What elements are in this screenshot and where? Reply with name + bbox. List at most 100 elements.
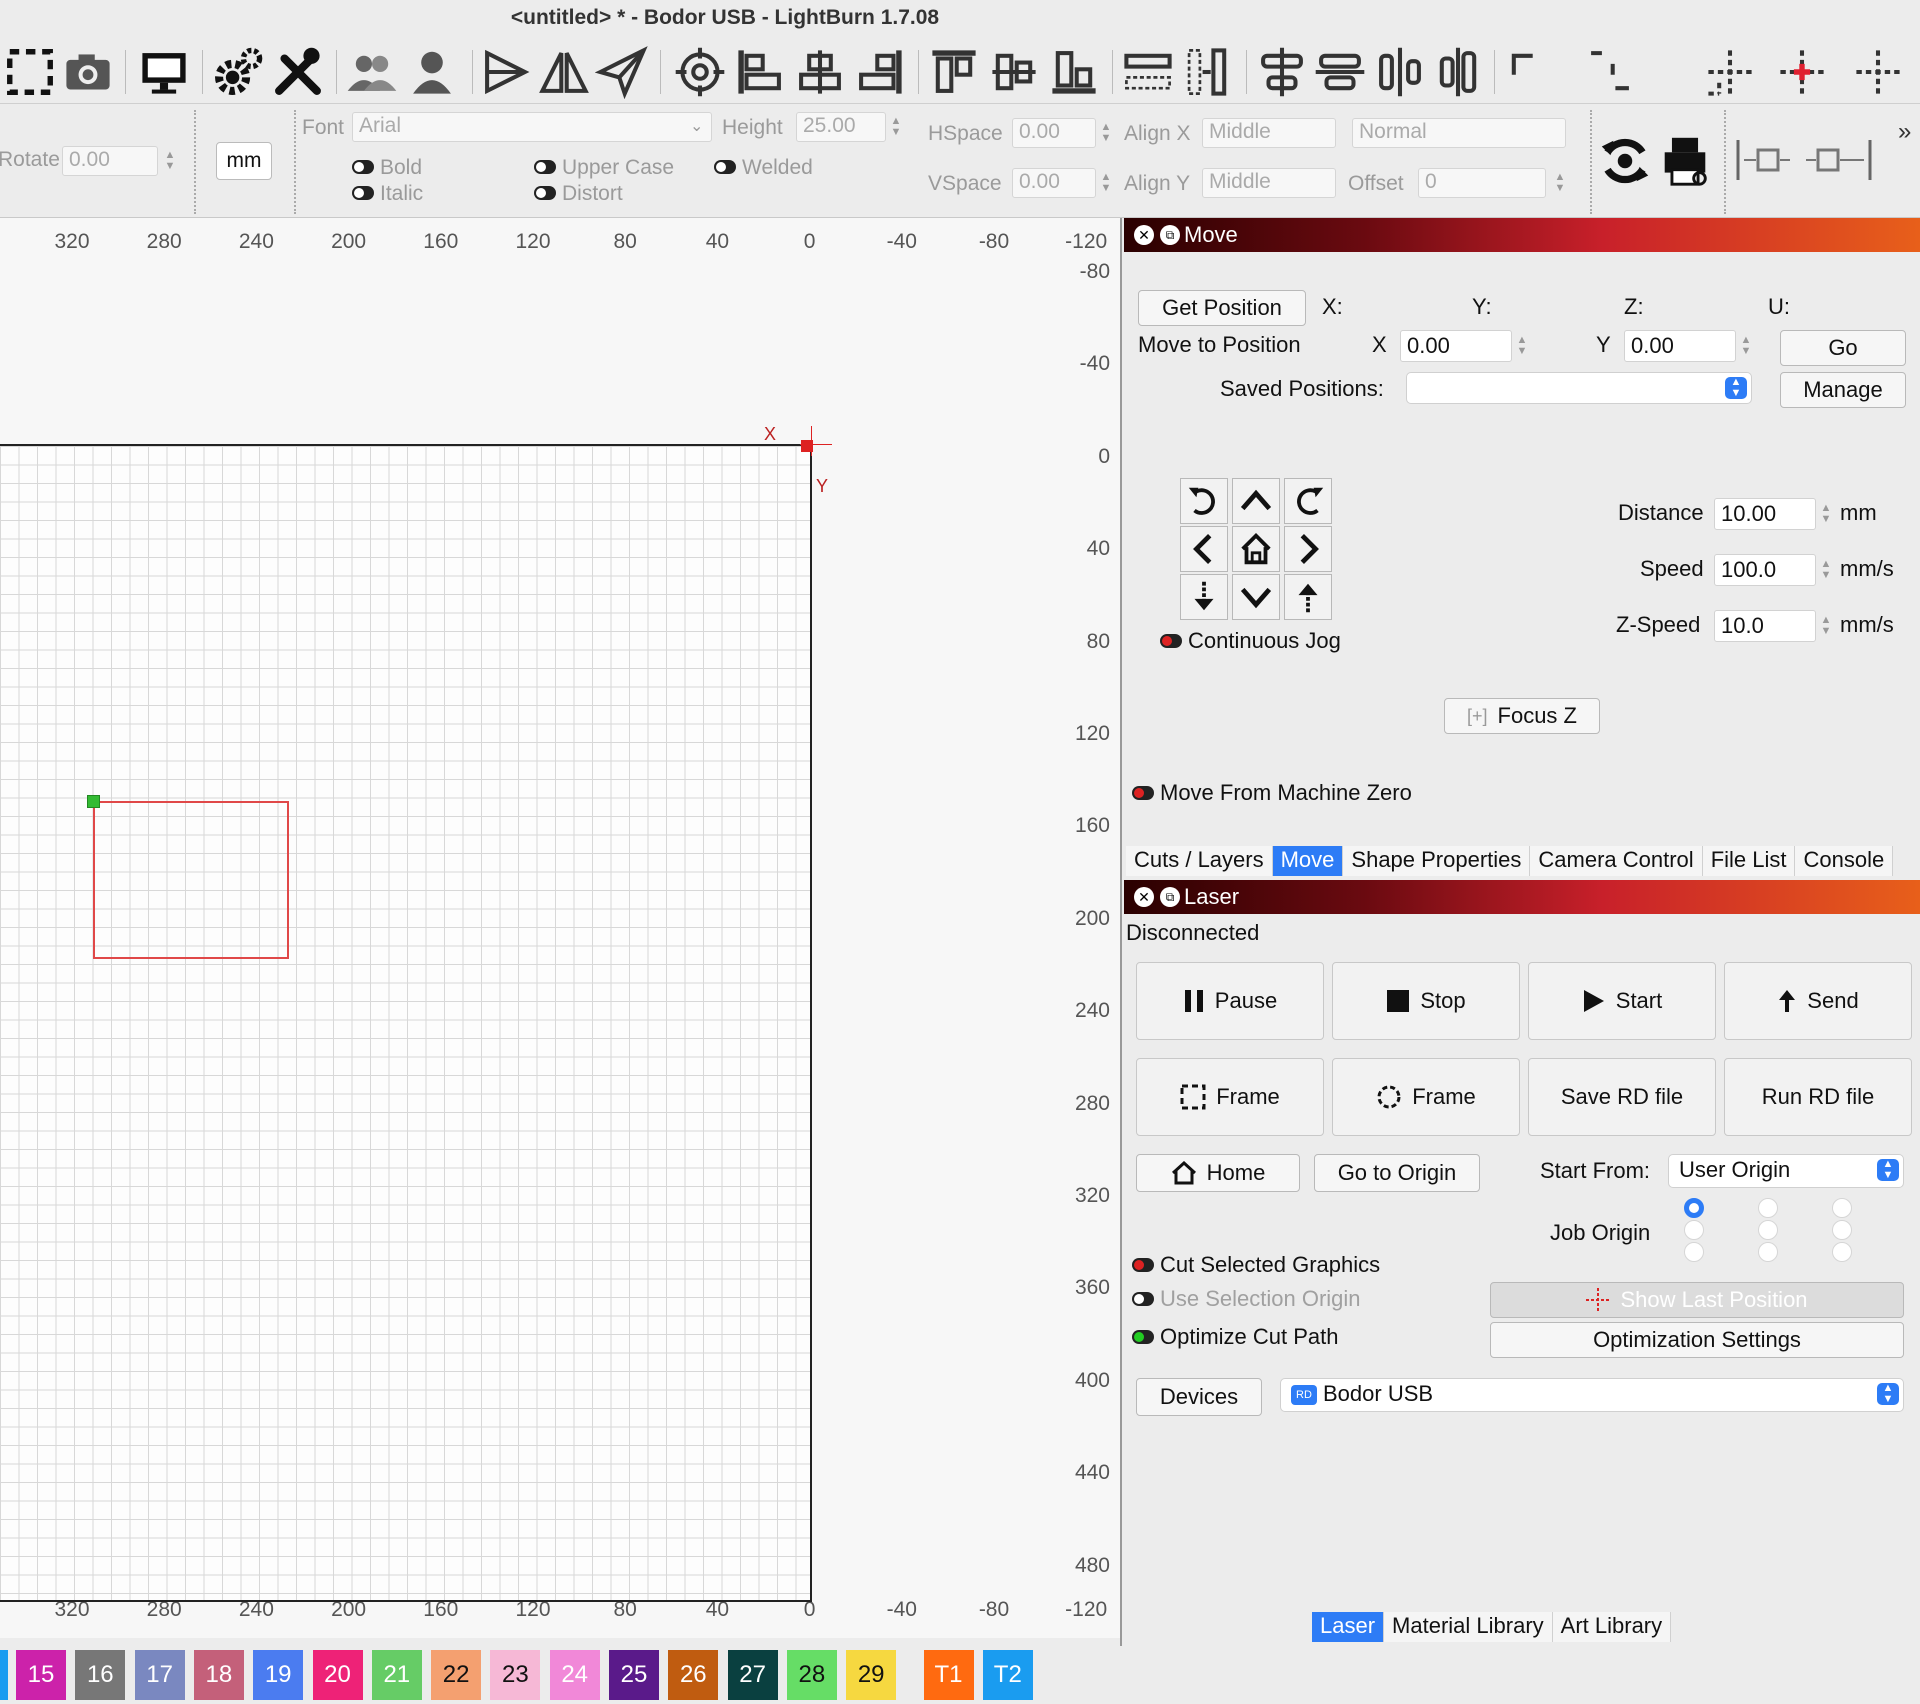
run-rd-file-button[interactable]: Run RD file [1724, 1058, 1912, 1136]
hspace-input[interactable]: 0.00 [1012, 118, 1096, 148]
pause-button[interactable]: Pause [1136, 962, 1324, 1040]
corner-tl-icon[interactable] [1500, 44, 1560, 100]
welded-toggle[interactable] [714, 160, 736, 174]
space-v-icon[interactable] [1310, 44, 1370, 100]
z-up-button[interactable] [1284, 574, 1332, 620]
more-options-button[interactable]: » [1898, 118, 1911, 146]
saved-positions-select[interactable]: ▲ ▼ [1406, 372, 1752, 404]
align-bottom-icon[interactable] [1044, 44, 1104, 100]
align-x-select[interactable]: Middle [1202, 118, 1336, 148]
job-origin-radio-middle-left[interactable] [1684, 1220, 1704, 1240]
align-top-icon[interactable] [924, 44, 984, 100]
tab-move[interactable]: Move [1272, 846, 1344, 876]
jog-down-button[interactable] [1232, 574, 1280, 620]
bold-toggle[interactable] [352, 160, 374, 174]
palette-swatch-20[interactable]: 20 [312, 1650, 363, 1700]
tab-file-list[interactable]: File List [1702, 846, 1796, 876]
palette-swatch-15[interactable]: 15 [16, 1650, 66, 1700]
italic-toggle[interactable] [352, 186, 374, 200]
device-select[interactable]: RD Bodor USB ▲ ▼ [1280, 1378, 1904, 1412]
hspace-spinner[interactable]: ▲ ▼ [1098, 118, 1114, 148]
flip-horizontal-icon[interactable] [476, 44, 536, 100]
palette-swatch-29[interactable]: 29 [846, 1650, 897, 1700]
job-origin-radio-top-left[interactable] [1684, 1198, 1704, 1218]
stop-button[interactable]: Stop [1332, 962, 1520, 1040]
start-point-handle[interactable] [87, 795, 100, 808]
frame-circle-button[interactable]: Frame [1332, 1058, 1520, 1136]
print-cut-icon[interactable] [1656, 132, 1714, 190]
send-icon[interactable] [592, 44, 652, 100]
rotary-icon[interactable] [1596, 132, 1654, 190]
show-last-position-button[interactable]: Show Last Position [1490, 1282, 1904, 1318]
palette-swatch-27[interactable]: 27 [727, 1650, 778, 1700]
distribute-v-icon[interactable] [1178, 44, 1238, 100]
rotate-ccw-jog-button[interactable] [1180, 478, 1228, 524]
job-origin-radio-bottom-right[interactable] [1832, 1242, 1852, 1262]
palette-swatch-18[interactable]: 18 [193, 1650, 244, 1700]
move-y-spinner[interactable]: ▲ ▼ [1738, 330, 1754, 362]
close-icon[interactable]: ✕ [1134, 887, 1154, 907]
go-button[interactable]: Go [1780, 330, 1906, 366]
tab-cuts-layers[interactable]: Cuts / Layers [1126, 846, 1273, 876]
height-spinner[interactable]: ▲ ▼ [888, 112, 904, 142]
user-icon[interactable] [402, 44, 462, 100]
offset-input[interactable]: 0 [1418, 168, 1546, 198]
tab-console[interactable]: Console [1795, 846, 1894, 876]
offset-spinner[interactable]: ▲ ▼ [1552, 168, 1568, 198]
align-middle-icon[interactable] [984, 44, 1044, 100]
camera-icon[interactable] [58, 44, 118, 100]
focus-z-button[interactable]: [+] Focus Z [1444, 698, 1600, 734]
move-from-machine-zero-toggle[interactable] [1132, 786, 1154, 800]
align-left-icon[interactable] [730, 44, 790, 100]
settings-icon[interactable] [208, 44, 268, 100]
unit-toggle-button[interactable]: mm [216, 142, 272, 180]
rotate-input[interactable]: 0.00 [62, 146, 158, 176]
move-y-input[interactable]: 0.00 [1624, 330, 1736, 362]
crosshair-red-icon[interactable] [1772, 44, 1832, 100]
vspace-input[interactable]: 0.00 [1012, 168, 1096, 198]
height-input[interactable]: 25.00 [796, 112, 886, 142]
start-from-select[interactable]: User Origin ▲ ▼ [1668, 1154, 1904, 1188]
float-icon[interactable]: ⧉ [1160, 887, 1180, 907]
get-position-button[interactable]: Get Position [1138, 290, 1306, 326]
job-origin-radio-bottom-left[interactable] [1684, 1242, 1704, 1262]
distribute-h-icon[interactable] [1118, 44, 1178, 100]
jog-up-button[interactable] [1232, 478, 1280, 524]
devices-button[interactable]: Devices [1136, 1378, 1262, 1416]
z-speed-input[interactable]: 10.0 [1714, 610, 1816, 642]
work-area-grid[interactable] [0, 444, 812, 1602]
mirror-icon[interactable] [534, 44, 594, 100]
tools-icon[interactable] [268, 44, 328, 100]
palette-swatch-16[interactable]: 16 [75, 1650, 126, 1700]
move-x-spinner[interactable]: ▲ ▼ [1514, 330, 1530, 362]
palette-swatch-19[interactable]: 19 [253, 1650, 304, 1700]
palette-swatch-t1[interactable]: T1 [923, 1650, 974, 1700]
z-down-button[interactable] [1180, 574, 1228, 620]
crosshair-left-icon[interactable] [1700, 44, 1760, 100]
push-pull-icon[interactable] [1734, 134, 1874, 186]
tab-art-library[interactable]: Art Library [1552, 1612, 1672, 1642]
move-x-input[interactable]: 0.00 [1400, 330, 1512, 362]
users-icon[interactable] [342, 44, 402, 100]
job-origin-radio-bottom-center[interactable] [1758, 1242, 1778, 1262]
send-button[interactable]: Send [1724, 962, 1912, 1040]
corner-br-icon[interactable] [1580, 44, 1640, 100]
distance-input[interactable]: 10.00 [1714, 498, 1816, 530]
text-mode-select[interactable]: Normal [1352, 118, 1566, 148]
rotate-spinner[interactable]: ▲ ▼ [162, 146, 178, 176]
job-origin-radio-top-center[interactable] [1758, 1198, 1778, 1218]
jog-left-button[interactable] [1180, 526, 1228, 572]
jog-home-button[interactable] [1232, 526, 1280, 572]
align-center-icon[interactable] [790, 44, 850, 100]
select-icon[interactable] [0, 44, 60, 100]
tab-shape-properties[interactable]: Shape Properties [1343, 846, 1531, 876]
go-to-origin-button[interactable]: Go to Origin [1314, 1154, 1480, 1192]
speed-input[interactable]: 100.0 [1714, 554, 1816, 586]
palette-swatch-28[interactable]: 28 [786, 1650, 837, 1700]
rotate-cw-jog-button[interactable] [1284, 478, 1332, 524]
distort-toggle[interactable] [534, 186, 556, 200]
vspace-spinner[interactable]: ▲ ▼ [1098, 168, 1114, 198]
job-origin-radio-center[interactable] [1758, 1220, 1778, 1240]
palette-swatch-t2[interactable]: T2 [982, 1650, 1033, 1700]
font-select[interactable]: Arial [352, 112, 712, 142]
